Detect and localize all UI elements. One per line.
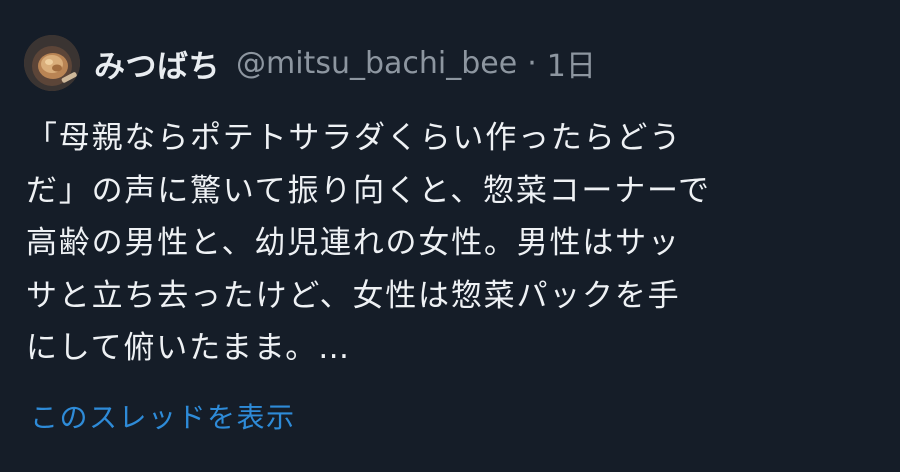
avatar-photo-icon (24, 35, 80, 91)
tweet-text-line: 高齢の男性と、幼児連れの女性。男性はサッ (26, 225, 681, 261)
meta-separator: · (527, 45, 537, 81)
show-thread-link[interactable]: このスレッドを表示 (30, 396, 296, 436)
tweet-text: 「母親ならポテトサラダくらい作ったらどう だ」の声に驚いて振り向くと、惣菜コーナ… (26, 112, 876, 375)
tweet-timestamp[interactable]: 1日 (547, 41, 596, 85)
tweet-text-line: にして俯いたまま。… (26, 330, 351, 366)
tweet-text-line: だ」の声に驚いて振り向くと、惣菜コーナーで (26, 172, 711, 209)
tweet-text-line: サと立ち去ったけど、女性は惣菜パックを手 (26, 277, 681, 314)
tweet-text-line: 「母親ならポテトサラダくらい作ったらどう (26, 120, 682, 156)
author-handle[interactable]: @mitsu_bachi_bee (236, 46, 517, 81)
author-name[interactable]: みつばち (94, 41, 220, 86)
tweet-header: みつばち @mitsu_bachi_bee · 1日 (24, 34, 596, 92)
tweet-card[interactable]: みつばち @mitsu_bachi_bee · 1日 「母親ならポテトサラダくら… (0, 0, 900, 472)
avatar[interactable] (24, 35, 80, 91)
